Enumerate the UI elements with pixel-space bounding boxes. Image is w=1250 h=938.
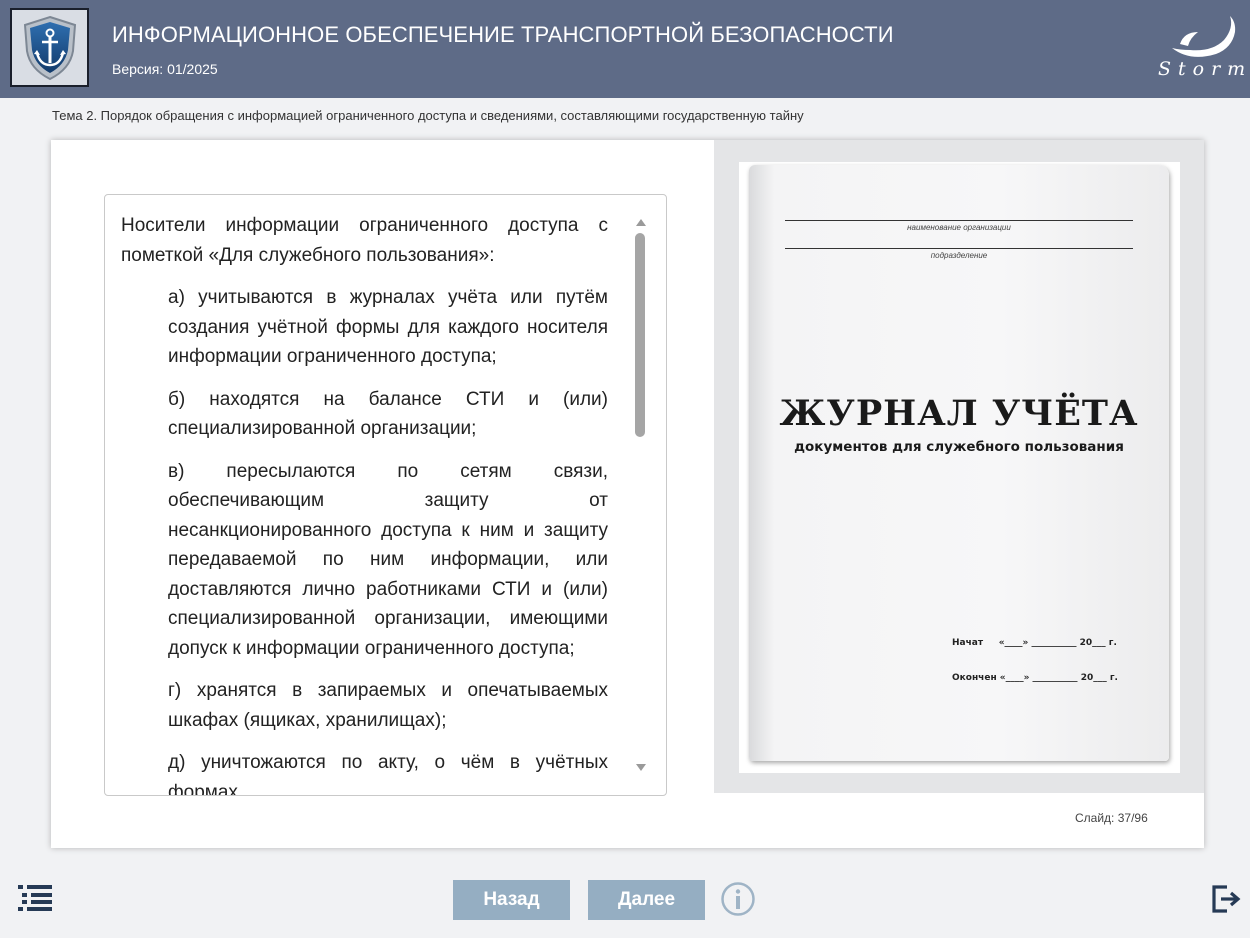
app-title: ИНФОРМАЦИОННОЕ ОБЕСПЕЧЕНИЕ ТРАНСПОРТНОЙ … bbox=[112, 22, 894, 47]
list-item: б) находятся на балансе СТИ и (или) спец… bbox=[168, 388, 608, 440]
exit-icon[interactable] bbox=[1211, 884, 1241, 914]
org-line bbox=[785, 220, 1133, 221]
journal-title: ЖУРНАЛ УЧЁТА bbox=[779, 393, 1139, 434]
dept-line bbox=[785, 248, 1133, 249]
scroll-up-arrow[interactable] bbox=[636, 219, 646, 226]
dept-caption: подразделение bbox=[930, 251, 988, 260]
org-caption: наименование организации bbox=[907, 223, 1011, 232]
slide-counter: Слайд: 37/96 bbox=[1075, 811, 1148, 825]
back-button[interactable]: Назад bbox=[453, 880, 570, 920]
topic-title: Тема 2. Порядок обращения с информацией … bbox=[52, 108, 804, 123]
app-version: Версия: 01/2025 bbox=[112, 61, 218, 77]
anchor-shield-icon bbox=[10, 8, 89, 87]
journal-subtitle: документов для служебного пользования bbox=[794, 439, 1124, 455]
header: ИНФОРМАЦИОННОЕ ОБЕСПЕЧЕНИЕ ТРАНСПОРТНОЙ … bbox=[0, 0, 1250, 98]
slide-card: Носители информации ограниченного доступ… bbox=[51, 140, 1204, 848]
next-button[interactable]: Далее bbox=[588, 880, 705, 920]
intro-paragraph: Носители информации ограниченного доступ… bbox=[121, 215, 608, 266]
text-scroll-panel[interactable]: Носители информации ограниченного доступ… bbox=[104, 194, 667, 796]
text-content: Носители информации ограниченного доступ… bbox=[121, 211, 608, 796]
menu-list-icon[interactable] bbox=[16, 884, 54, 912]
list-item: а) учитываются в журналах учёта или путё… bbox=[168, 287, 608, 367]
journal-started: Начат «____» __________ 20___ г. bbox=[952, 638, 1117, 648]
journal-cover: наименование организации подразделение Ж… bbox=[749, 165, 1169, 761]
scroll-down-arrow[interactable] bbox=[636, 764, 646, 771]
list-item: г) хранятся в запираемых и опечатываемых… bbox=[168, 680, 608, 731]
journal-finished: Окончен «____» __________ 20___ г. bbox=[952, 673, 1118, 683]
info-icon[interactable] bbox=[720, 881, 756, 917]
image-panel: наименование организации подразделение Ж… bbox=[714, 140, 1204, 793]
list-item: в) пересылаются по сетям связи, обеспечи… bbox=[168, 460, 608, 659]
list-item: д) уничтожаются по акту, о чём в учётных… bbox=[168, 752, 608, 796]
brand-name: Storm bbox=[1158, 58, 1250, 80]
journal-image: наименование организации подразделение Ж… bbox=[739, 162, 1180, 773]
scrollbar-thumb[interactable] bbox=[635, 233, 645, 437]
